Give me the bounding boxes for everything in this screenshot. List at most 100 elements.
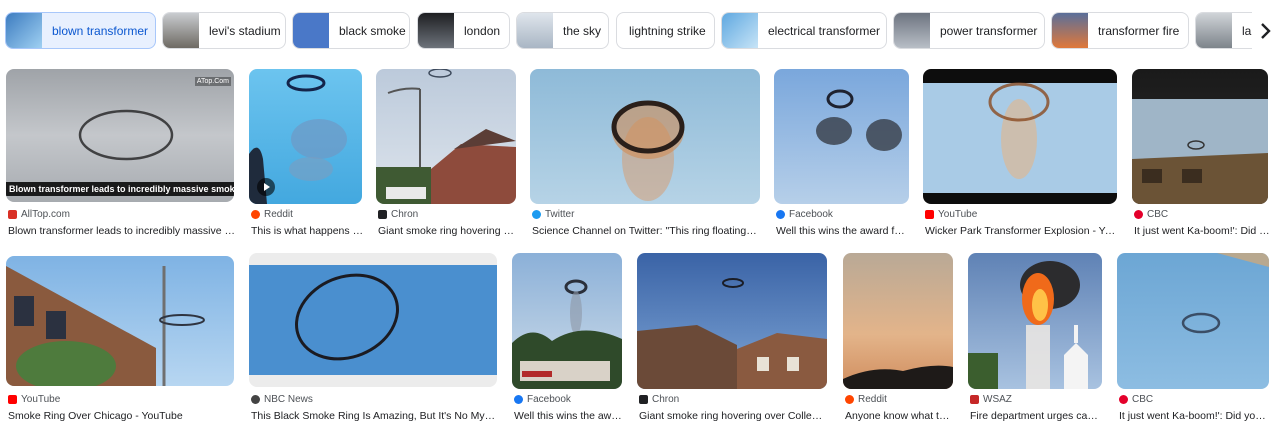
result-thumbnail[interactable] (6, 256, 234, 386)
result-source[interactable]: Facebook (514, 394, 571, 405)
youtube-favicon-icon (925, 210, 934, 219)
source-name: Chron (391, 209, 419, 220)
image-result[interactable]: Reddit This is what happens w... (249, 69, 364, 239)
chip-black-smoke[interactable]: black smoke (292, 12, 410, 49)
scroll-right-button[interactable] (1252, 12, 1280, 50)
result-thumbnail[interactable] (530, 69, 760, 204)
chip-thumbnail (163, 13, 199, 48)
wsaz-favicon-icon (970, 395, 979, 404)
image-result[interactable]: NBC News This Black Smoke Ring Is Amazin… (249, 253, 499, 425)
result-title[interactable]: Blown transformer leads to incredibly ma… (8, 225, 236, 237)
play-icon (257, 178, 275, 196)
result-title[interactable]: This is what happens w... (251, 225, 364, 237)
result-title[interactable]: Smoke Ring Over Chicago - YouTube (8, 410, 236, 422)
result-thumbnail[interactable] (923, 69, 1117, 204)
result-source[interactable]: CBC (1119, 394, 1153, 405)
chip-label: levi's stadium (209, 23, 281, 38)
result-source[interactable]: CBC (1134, 209, 1168, 220)
chip-lightning-strike[interactable]: lightning strike (616, 12, 715, 49)
result-thumbnail[interactable] (376, 69, 516, 204)
result-thumbnail[interactable] (249, 69, 362, 204)
chip-thumbnail (293, 13, 329, 48)
result-source[interactable]: YouTube (8, 394, 60, 405)
chip-label: lightning strike (629, 23, 706, 38)
source-name: Reddit (858, 394, 887, 405)
result-title[interactable]: Well this wins the awar... (514, 410, 622, 422)
chip-thumbnail (418, 13, 454, 48)
smoke-ring-image (843, 365, 953, 389)
cbc-favicon-icon (1134, 210, 1143, 219)
image-result[interactable]: Chron Giant smoke ring hovering ov... (376, 69, 518, 239)
source-name: Chron (652, 394, 680, 405)
facebook-favicon-icon (514, 395, 523, 404)
result-source[interactable]: NBC News (251, 394, 313, 405)
smoke-ring-image (512, 279, 622, 389)
image-result[interactable]: Reddit Anyone know what this... (843, 253, 955, 425)
smoke-ring-image (611, 100, 685, 201)
result-title[interactable]: Anyone know what this... (845, 410, 953, 422)
result-thumbnail[interactable] (968, 253, 1102, 389)
chip-blown-transformer[interactable]: blown transformer (5, 12, 156, 49)
image-result[interactable]: Twitter Science Channel on Twitter: "Thi… (530, 69, 762, 239)
result-source[interactable]: WSAZ (970, 394, 1012, 405)
video-caption: Blown transformer leads to incredibly ma… (6, 182, 234, 196)
result-title[interactable]: Giant smoke ring hovering over College S… (639, 410, 827, 422)
result-thumbnail[interactable] (1117, 253, 1269, 389)
youtube-favicon-icon (8, 395, 17, 404)
chip-transformer-fire[interactable]: transformer fire (1051, 12, 1189, 49)
result-title[interactable]: Well this wins the award for.... (776, 225, 909, 237)
result-source[interactable]: Facebook (776, 209, 833, 220)
chip-london[interactable]: london (417, 12, 510, 49)
smoke-ring-image (1132, 99, 1268, 204)
result-title[interactable]: It just went Ka-boom!': Did you s... (1119, 410, 1269, 422)
smoke-ring-image (923, 82, 1117, 193)
chip-thumbnail (517, 13, 553, 48)
result-source[interactable]: AllTop.com (8, 209, 70, 220)
image-result[interactable]: Facebook Well this wins the award for...… (774, 69, 911, 239)
chip-power-transformer[interactable]: power transformer (893, 12, 1045, 49)
smoke-ring-image (637, 278, 827, 389)
alltop-favicon-icon (8, 210, 17, 219)
chip-thumbnail (1052, 13, 1088, 48)
result-source[interactable]: Chron (639, 394, 679, 405)
image-result[interactable]: YouTube Wicker Park Transformer Explosio… (923, 69, 1119, 239)
chip-label: london (464, 23, 501, 38)
result-thumbnail[interactable] (249, 253, 497, 387)
source-name: CBC (1132, 394, 1154, 405)
source-name: AllTop.com (21, 209, 70, 220)
chip-electrical-transformer[interactable]: electrical transformer (721, 12, 887, 49)
image-result[interactable]: YouTube Smoke Ring Over Chicago - YouTub… (6, 256, 236, 426)
image-result[interactable]: CBC It just went Ka-boom!': Did you s... (1117, 253, 1273, 425)
result-title[interactable]: It just went Ka-boom!': Did yo... (1134, 225, 1270, 237)
result-title[interactable]: This Black Smoke Ring Is Amazing, But It… (251, 410, 497, 422)
cbc-favicon-icon (1119, 395, 1128, 404)
chip-the-sky[interactable]: the sky (516, 12, 609, 49)
source-name: NBC News (264, 394, 313, 405)
result-thumbnail[interactable] (843, 253, 953, 389)
result-source[interactable]: Twitter (532, 209, 574, 220)
chip-thumbnail (6, 13, 42, 48)
image-result[interactable]: WSAZ Fire department urges cauti... (968, 253, 1104, 425)
image-result[interactable]: Facebook Well this wins the awar... (512, 253, 624, 425)
reddit-favicon-icon (251, 210, 260, 219)
result-thumbnail[interactable]: ATop.Com Blown transformer leads to incr… (6, 69, 234, 202)
smoke-ring-image (6, 266, 205, 386)
result-thumbnail[interactable] (1132, 69, 1268, 204)
result-title[interactable]: Giant smoke ring hovering ov... (378, 225, 518, 237)
result-source[interactable]: Chron (378, 209, 418, 220)
result-thumbnail[interactable] (512, 253, 622, 389)
source-name: YouTube (21, 394, 61, 405)
result-thumbnail[interactable] (637, 253, 827, 389)
chip-levis-stadium[interactable]: levi's stadium (162, 12, 286, 49)
result-title[interactable]: Fire department urges cauti... (970, 410, 1102, 422)
image-result[interactable]: Chron Giant smoke ring hovering over Col… (637, 253, 829, 425)
result-source[interactable]: Reddit (845, 394, 887, 405)
related-searches-bar: blown transformer levi's stadium black s… (0, 12, 1280, 50)
image-result[interactable]: ATop.Com Blown transformer leads to incr… (6, 69, 236, 239)
image-result[interactable]: CBC It just went Ka-boom!': Did yo... (1132, 69, 1272, 239)
result-thumbnail[interactable] (774, 69, 909, 204)
result-title[interactable]: Science Channel on Twitter: "This ring f… (532, 225, 757, 237)
result-source[interactable]: YouTube (925, 209, 977, 220)
result-title[interactable]: Wicker Park Transformer Explosion - YouT… (925, 225, 1117, 237)
result-source[interactable]: Reddit (251, 209, 293, 220)
